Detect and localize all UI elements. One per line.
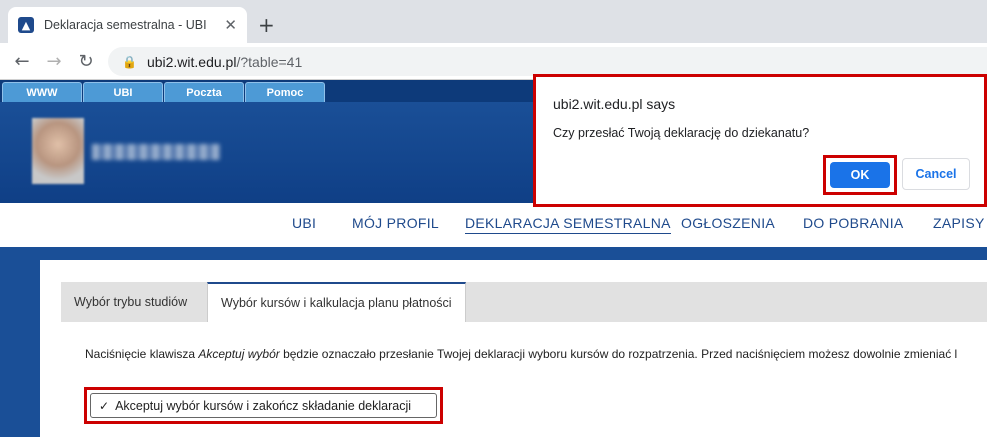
content-panel: Wybór trybu studiów Wybór kursów i kalku… (40, 260, 987, 437)
browser-tab[interactable]: ▲ Deklaracja semestralna - UBI ✕ (8, 7, 247, 43)
dialog-message: Czy przesłać Twoją deklarację do dziekan… (553, 126, 810, 140)
topnav-www[interactable]: WWW (2, 82, 82, 102)
graduation-cap-icon: ▲ (18, 17, 34, 33)
new-tab-button[interactable]: + (258, 13, 275, 37)
topnav-poczta[interactable]: Poczta (164, 82, 244, 102)
main-nav: UBI MÓJ PROFIL DEKLARACJA SEMESTRALNA OG… (0, 203, 987, 247)
avatar (32, 118, 84, 184)
dialog-title: ubi2.wit.edu.pl says (553, 96, 676, 112)
tab-study-mode[interactable]: Wybór trybu studiów (61, 282, 200, 322)
url-host: ubi2.wit.edu.pl (146, 53, 237, 70)
browser-tabstrip: ▲ Deklaracja semestralna - UBI ✕ + (0, 0, 987, 43)
topnav-ubi[interactable]: UBI (83, 82, 163, 102)
address-bar[interactable]: 🔒 ubi2.wit.edu.pl /?table=41 (108, 47, 987, 76)
nav-semester-declaration[interactable]: DEKLARACJA SEMESTRALNA (465, 215, 671, 234)
user-name: ●●●●●●●●●● (92, 144, 220, 160)
cancel-button[interactable]: Cancel (902, 158, 970, 190)
nav-my-profile[interactable]: MÓJ PROFIL (352, 215, 439, 231)
nav-enrollments[interactable]: ZAPISY G (933, 215, 987, 231)
accept-selection-button[interactable]: ✓ Akceptuj wybór kursów i zakończ składa… (90, 393, 437, 418)
notice-before: Naciśnięcie klawisza (85, 347, 199, 361)
ok-highlight: OK (823, 155, 897, 195)
forward-arrow-icon[interactable]: → (42, 49, 66, 73)
check-icon: ✓ (99, 398, 110, 413)
topnav-pomoc[interactable]: Pomoc (245, 82, 325, 102)
back-arrow-icon[interactable]: ← (10, 49, 34, 73)
tab-course-selection[interactable]: Wybór kursów i kalkulacja planu płatnośc… (207, 282, 466, 322)
accept-highlight: ✓ Akceptuj wybór kursów i zakończ składa… (84, 387, 443, 424)
notice-emphasis: Akceptuj wybór (198, 347, 280, 361)
nav-downloads[interactable]: DO POBRANIA (803, 215, 904, 231)
close-tab-icon[interactable]: ✕ (224, 16, 237, 34)
url-path: /?table=41 (236, 53, 303, 70)
ok-button[interactable]: OK (830, 162, 890, 188)
accept-button-label: Akceptuj wybór kursów i zakończ składani… (115, 398, 412, 413)
nav-ubi[interactable]: UBI (292, 215, 316, 231)
confirm-dialog: ubi2.wit.edu.pl says Czy przesłać Twoją … (533, 74, 987, 207)
content-tabs: Wybór trybu studiów Wybór kursów i kalku… (61, 282, 987, 322)
notice-text: Naciśnięcie klawisza Akceptuj wybór będz… (85, 347, 957, 361)
reload-icon[interactable]: ↻ (74, 49, 98, 73)
notice-after: będzie oznaczało przesłanie Twojej dekla… (279, 347, 958, 361)
tab-title: Deklaracja semestralna - UBI (44, 18, 207, 32)
nav-announcements[interactable]: OGŁOSZENIA (681, 215, 775, 231)
lock-icon: 🔒 (122, 54, 137, 69)
